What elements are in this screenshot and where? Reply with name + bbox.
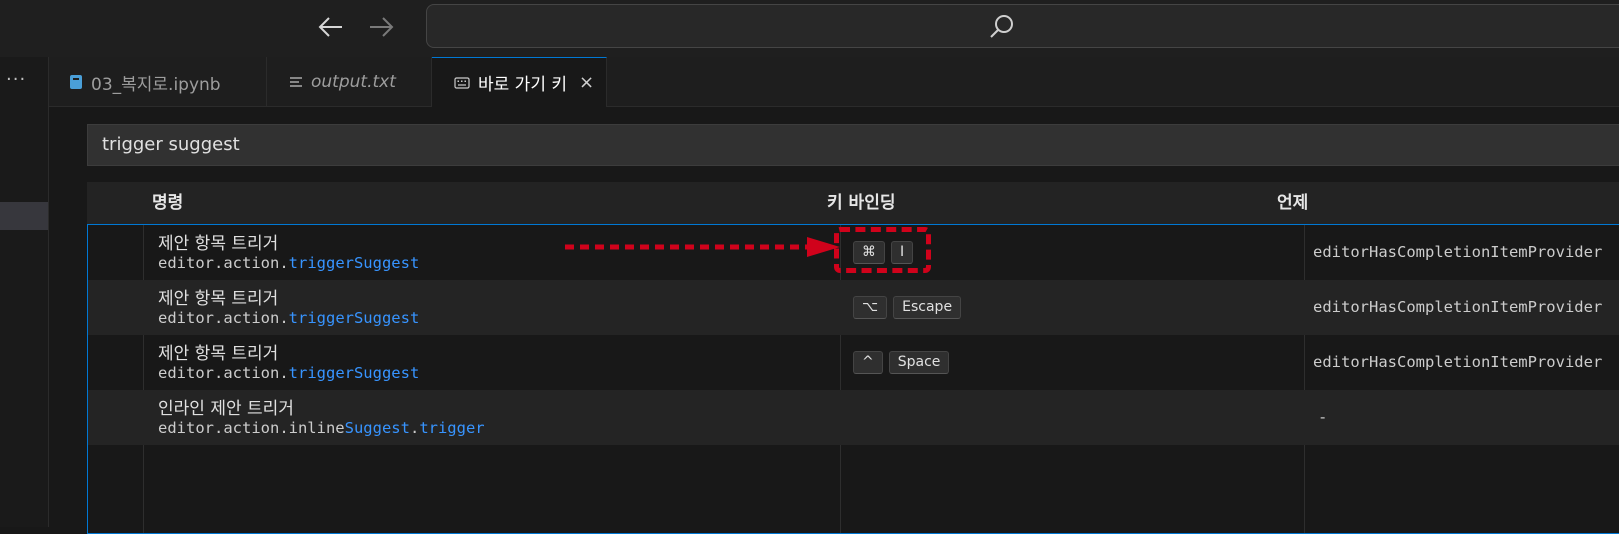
side-panel-edge: ··· xyxy=(0,57,49,527)
table-row[interactable]: 인라인 제안 트리거 editor.action.inlineSuggest.t… xyxy=(88,390,1619,445)
command-title: 제안 항목 트리거 xyxy=(158,344,279,364)
table-row[interactable]: 제안 항목 트리거 editor.action.triggerSuggest ⌥… xyxy=(88,280,1619,335)
text-file-icon xyxy=(289,75,303,89)
command-title: 인라인 제안 트리거 xyxy=(158,399,294,419)
close-icon[interactable]: × xyxy=(579,72,594,93)
key-cap: Escape xyxy=(893,296,962,319)
key-cap: ⌥ xyxy=(853,296,888,319)
key-cap: Space xyxy=(888,351,950,374)
command-id: editor.action.triggerSuggest xyxy=(158,254,420,272)
keybinding: ^ Space xyxy=(853,351,950,374)
tab-notebook[interactable]: 03_복지로.ipynb xyxy=(49,57,267,107)
key-cap: ^ xyxy=(853,351,883,374)
arrow-right-icon xyxy=(370,17,394,37)
tab-output-txt[interactable]: output.txt xyxy=(267,57,432,107)
tab-label: 03_복지로.ipynb xyxy=(91,74,221,95)
tab-label: output.txt xyxy=(311,72,396,92)
when-clause: - xyxy=(1318,408,1328,426)
command-title: 제안 항목 트리거 xyxy=(158,234,279,254)
table-row[interactable]: 제안 항목 트리거 editor.action.triggerSuggest ^… xyxy=(88,335,1619,390)
keybindings-search-input[interactable]: trigger suggest xyxy=(87,124,1619,166)
command-id: editor.action.inlineSuggest.trigger xyxy=(158,419,485,437)
tab-keyboard-shortcuts[interactable]: 바로 가기 키 × xyxy=(432,57,607,107)
keyboard-icon xyxy=(454,76,470,89)
keybinding: ⌥ Escape xyxy=(853,296,962,319)
ellipsis-icon[interactable]: ··· xyxy=(6,71,26,89)
annotation-highlight-box xyxy=(834,227,931,273)
when-clause: editorHasCompletionItemProvider xyxy=(1313,353,1603,371)
when-clause: editorHasCompletionItemProvider xyxy=(1313,243,1603,261)
title-bar xyxy=(0,0,1619,57)
command-title: 제안 항목 트리거 xyxy=(158,289,279,309)
tab-label: 바로 가기 키 xyxy=(478,75,568,95)
command-center-search[interactable] xyxy=(426,4,1619,48)
search-icon xyxy=(987,12,1017,46)
arrow-left-icon xyxy=(318,17,342,37)
back-button[interactable] xyxy=(316,12,346,42)
command-id: editor.action.triggerSuggest xyxy=(158,364,420,382)
header-command[interactable]: 명령 xyxy=(152,182,183,224)
header-when[interactable]: 언제 xyxy=(1277,182,1308,224)
command-id: editor.action.triggerSuggest xyxy=(158,309,420,327)
when-clause: editorHasCompletionItemProvider xyxy=(1313,298,1603,316)
keybindings-table-header: 명령 키 바인딩 언제 xyxy=(87,182,1619,224)
forward-button[interactable] xyxy=(366,12,396,42)
annotation-arrow xyxy=(565,237,840,257)
editor-tab-bar: 03_복지로.ipynb output.txt 바로 가기 키 × xyxy=(49,57,1619,107)
notebook-icon xyxy=(69,74,83,90)
selected-sidebar-item[interactable] xyxy=(0,202,48,230)
header-keybinding[interactable]: 키 바인딩 xyxy=(827,182,895,224)
